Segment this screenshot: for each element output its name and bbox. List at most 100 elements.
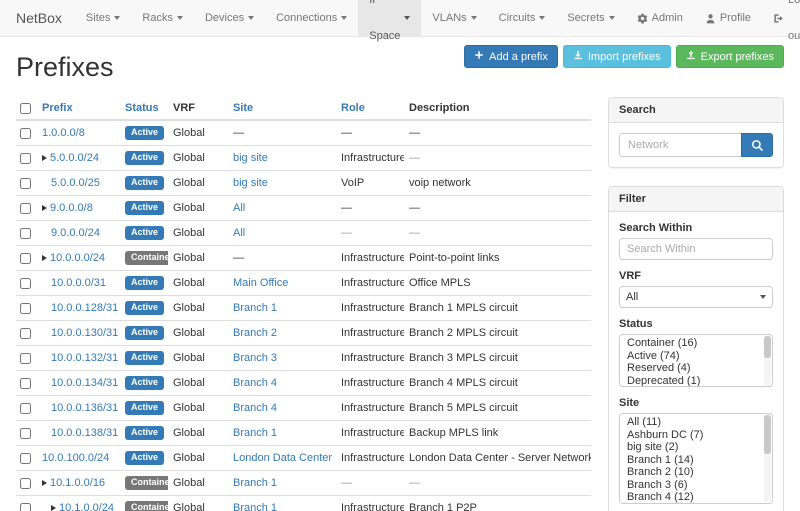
site-link[interactable]: Branch 1 bbox=[233, 502, 277, 511]
prefix-link[interactable]: 10.0.0.0/24 bbox=[50, 252, 105, 264]
status-badge[interactable]: Active bbox=[125, 201, 164, 215]
prefix-link[interactable]: 10.0.0.0/31 bbox=[51, 277, 106, 289]
site-link[interactable]: big site bbox=[233, 152, 268, 164]
listbox-option[interactable]: Branch 1 (14) bbox=[620, 454, 772, 467]
nav-item-sites[interactable]: Sites bbox=[75, 0, 131, 36]
prefix-link[interactable]: 9.0.0.0/24 bbox=[51, 227, 100, 239]
listbox-option[interactable]: Deprecated (1) bbox=[620, 375, 772, 388]
row-checkbox[interactable] bbox=[20, 428, 31, 439]
column-header-prefix[interactable]: Prefix bbox=[37, 97, 120, 120]
row-checkbox[interactable] bbox=[20, 178, 31, 189]
row-checkbox[interactable] bbox=[20, 128, 31, 139]
listbox-option[interactable]: Active (74) bbox=[620, 350, 772, 363]
site-link[interactable]: Branch 3 bbox=[233, 352, 277, 364]
prefix-link[interactable]: 10.0.0.130/31 bbox=[51, 327, 118, 339]
brand[interactable]: NetBox bbox=[0, 0, 75, 36]
status-badge[interactable]: Container bbox=[125, 501, 168, 511]
prefix-link[interactable]: 10.0.0.136/31 bbox=[51, 402, 118, 414]
status-badge[interactable]: Active bbox=[125, 401, 164, 415]
row-checkbox[interactable] bbox=[20, 228, 31, 239]
site-link[interactable]: All bbox=[233, 227, 245, 239]
column-header-role[interactable]: Role bbox=[336, 97, 404, 120]
site-link[interactable]: Branch 1 bbox=[233, 302, 277, 314]
status-badge[interactable]: Active bbox=[125, 326, 164, 340]
status-badge[interactable]: Active bbox=[125, 276, 164, 290]
prefix-link[interactable]: 10.0.0.134/31 bbox=[51, 377, 118, 389]
status-listbox[interactable]: Container (16)Active (74)Reserved (4)Dep… bbox=[619, 334, 773, 387]
listbox-option[interactable]: Branch 3 (6) bbox=[620, 479, 772, 492]
status-badge[interactable]: Active bbox=[125, 451, 164, 465]
status-badge[interactable]: Active bbox=[125, 426, 164, 440]
import-prefixes-button[interactable]: Import prefixes bbox=[563, 45, 671, 68]
site-link[interactable]: Branch 2 bbox=[233, 327, 277, 339]
row-checkbox[interactable] bbox=[20, 203, 31, 214]
select-all-checkbox[interactable] bbox=[20, 103, 31, 114]
prefix-link[interactable]: 5.0.0.0/24 bbox=[50, 152, 99, 164]
row-checkbox[interactable] bbox=[20, 453, 31, 464]
status-badge[interactable]: Active bbox=[125, 301, 164, 315]
nav-item-profile[interactable]: Profile bbox=[694, 0, 762, 36]
listbox-option[interactable]: Branch 4 (12) bbox=[620, 491, 772, 504]
vrf-select[interactable]: All bbox=[619, 286, 773, 308]
nav-item-devices[interactable]: Devices bbox=[194, 0, 265, 36]
listbox-option[interactable]: big site (2) bbox=[620, 441, 772, 454]
listbox-option[interactable]: Branch 2 (10) bbox=[620, 466, 772, 479]
nav-item-vlans[interactable]: VLANs bbox=[421, 0, 487, 36]
scrollbar[interactable] bbox=[764, 336, 771, 385]
row-checkbox[interactable] bbox=[20, 153, 31, 164]
search-button[interactable] bbox=[741, 133, 773, 157]
site-link[interactable]: Main Office bbox=[233, 277, 288, 289]
nav-item-admin[interactable]: Admin bbox=[626, 0, 694, 36]
site-link[interactable]: All bbox=[233, 202, 245, 214]
status-badge[interactable]: Active bbox=[125, 351, 164, 365]
status-badge[interactable]: Active bbox=[125, 226, 164, 240]
scrollbar-thumb[interactable] bbox=[764, 415, 771, 454]
row-checkbox[interactable] bbox=[20, 353, 31, 364]
prefix-link[interactable]: 10.0.0.128/31 bbox=[51, 302, 118, 314]
nav-item-log-out[interactable]: Log out bbox=[762, 0, 800, 36]
row-checkbox[interactable] bbox=[20, 253, 31, 264]
row-checkbox[interactable] bbox=[20, 503, 31, 511]
prefix-link[interactable]: 10.1.0.0/16 bbox=[50, 477, 105, 489]
column-header-site[interactable]: Site bbox=[228, 97, 336, 120]
site-link[interactable]: big site bbox=[233, 177, 268, 189]
listbox-option[interactable]: All (11) bbox=[620, 416, 772, 429]
status-badge[interactable]: Active bbox=[125, 126, 164, 140]
status-badge[interactable]: Active bbox=[125, 151, 164, 165]
site-link[interactable]: Branch 4 bbox=[233, 402, 277, 414]
site-link[interactable]: Branch 1 bbox=[233, 477, 277, 489]
prefix-link[interactable]: 10.0.0.132/31 bbox=[51, 352, 118, 364]
site-listbox[interactable]: All (11)Ashburn DC (7)big site (2)Branch… bbox=[619, 413, 773, 504]
search-input[interactable] bbox=[619, 133, 741, 157]
listbox-option[interactable]: Branch 5 (7) bbox=[620, 504, 772, 505]
export-prefixes-button[interactable]: Export prefixes bbox=[676, 45, 784, 68]
row-checkbox[interactable] bbox=[20, 478, 31, 489]
column-header-status[interactable]: Status bbox=[120, 97, 168, 120]
nav-item-secrets[interactable]: Secrets bbox=[556, 0, 625, 36]
prefix-link[interactable]: 1.0.0.0/8 bbox=[42, 127, 85, 139]
status-badge[interactable]: Container bbox=[125, 251, 168, 265]
status-badge[interactable]: Active bbox=[125, 376, 164, 390]
search-within-input[interactable] bbox=[619, 238, 773, 260]
scrollbar[interactable] bbox=[764, 415, 771, 502]
listbox-option[interactable]: Ashburn DC (7) bbox=[620, 429, 772, 442]
row-checkbox[interactable] bbox=[20, 378, 31, 389]
prefix-link[interactable]: 5.0.0.0/25 bbox=[51, 177, 100, 189]
status-badge[interactable]: Active bbox=[125, 176, 164, 190]
nav-item-connections[interactable]: Connections bbox=[265, 0, 358, 36]
listbox-option[interactable]: Reserved (4) bbox=[620, 362, 772, 375]
prefix-link[interactable]: 10.1.0.0/24 bbox=[59, 502, 114, 511]
nav-item-ip-space[interactable]: IP Space bbox=[358, 0, 421, 36]
site-link[interactable]: Branch 1 bbox=[233, 427, 277, 439]
nav-item-racks[interactable]: Racks bbox=[131, 0, 194, 36]
prefix-link[interactable]: 10.0.100.0/24 bbox=[42, 452, 109, 464]
row-checkbox[interactable] bbox=[20, 303, 31, 314]
prefix-link[interactable]: 9.0.0.0/8 bbox=[50, 202, 93, 214]
listbox-option[interactable]: Container (16) bbox=[620, 337, 772, 350]
site-link[interactable]: London Data Center bbox=[233, 452, 332, 464]
row-checkbox[interactable] bbox=[20, 328, 31, 339]
row-checkbox[interactable] bbox=[20, 278, 31, 289]
prefix-link[interactable]: 10.0.0.138/31 bbox=[51, 427, 118, 439]
status-badge[interactable]: Container bbox=[125, 476, 168, 490]
row-checkbox[interactable] bbox=[20, 403, 31, 414]
